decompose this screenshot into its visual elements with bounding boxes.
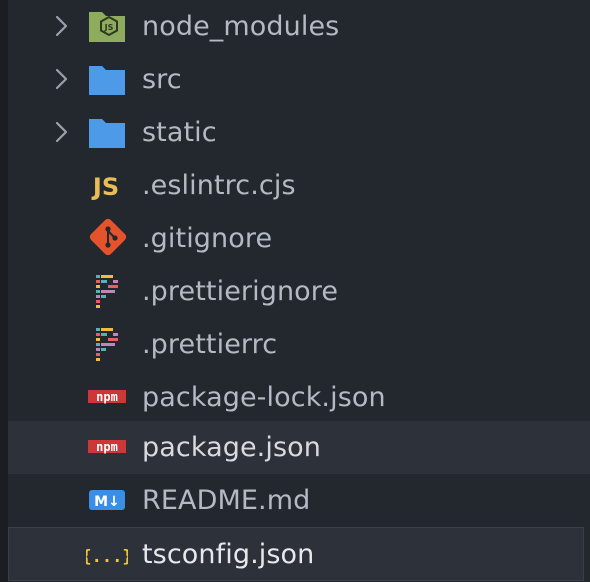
svg-text:JS: JS (104, 23, 114, 32)
tree-item-label: package.json (142, 432, 321, 463)
chevron-right-icon[interactable] (52, 13, 72, 39)
tree-item-label: node_modules (142, 11, 340, 42)
tree-item-node-modules[interactable]: JS node_modules (8, 0, 590, 53)
file-explorer: JS node_modules src static JS .eslintrc.… (0, 0, 590, 582)
javascript-icon: JS (91, 173, 119, 201)
tree-item-tsconfig[interactable]: {...} tsconfig.json (8, 527, 584, 581)
tree-item-src[interactable]: src (8, 53, 590, 106)
tree-item-label: package-lock.json (142, 382, 386, 413)
npm-icon-text: npm (96, 440, 118, 454)
npm-icon-text: npm (96, 390, 118, 404)
npm-icon: npm (88, 390, 126, 404)
tree-item-label: src (142, 64, 182, 95)
tree-item-label: .gitignore (142, 223, 273, 254)
folder-icon (89, 119, 125, 148)
javascript-icon-text: JS (91, 173, 119, 201)
tree-item-gitignore[interactable]: .gitignore (8, 212, 590, 265)
tree-item-package-json[interactable]: npm package.json (8, 421, 590, 474)
npm-icon: npm (88, 440, 126, 454)
markdown-icon-text: M↓ (94, 494, 120, 510)
tree-item-prettierignore[interactable]: .prettierignore (8, 265, 590, 318)
chevron-right-icon[interactable] (52, 119, 72, 145)
tree-item-package-lock[interactable]: npm package-lock.json (8, 371, 590, 424)
prettier-icon (96, 328, 118, 361)
tree-item-static[interactable]: static (8, 106, 590, 159)
nodejs-folder-icon: JS (89, 12, 125, 42)
chevron-right-icon[interactable] (52, 66, 72, 92)
tree-item-label: tsconfig.json (142, 539, 315, 570)
git-icon (89, 218, 127, 256)
tree-item-eslintrc[interactable]: JS .eslintrc.cjs (8, 159, 590, 212)
tree-item-label: README.md (142, 485, 311, 516)
tree-item-readme[interactable]: M↓ README.md (8, 474, 590, 527)
tree-item-label: .prettierignore (142, 276, 339, 307)
folder-icon (89, 66, 125, 95)
json-icon-text: {...} (86, 547, 128, 567)
tree-item-label: .prettierrc (142, 329, 278, 360)
json-icon: {...} (86, 547, 128, 567)
tree-item-prettierrc[interactable]: .prettierrc (8, 318, 590, 371)
prettier-icon (96, 275, 118, 308)
markdown-icon: M↓ (89, 490, 125, 510)
tree-item-label: static (142, 117, 217, 148)
tree-item-label: .eslintrc.cjs (142, 170, 296, 201)
